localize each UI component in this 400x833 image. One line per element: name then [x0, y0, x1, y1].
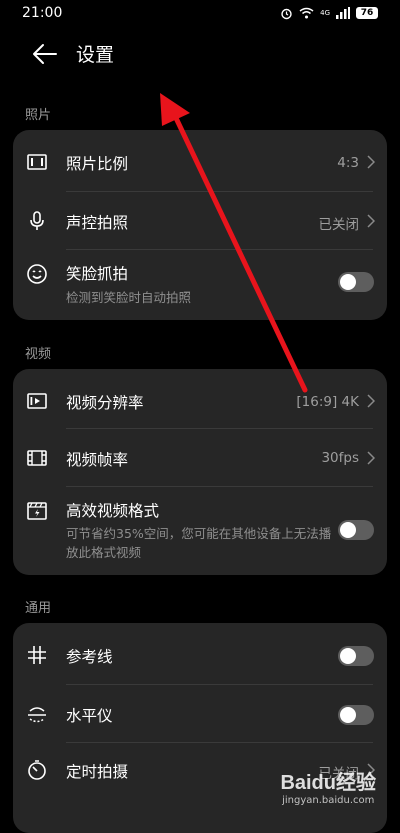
- chevron-right-icon: [367, 155, 375, 169]
- setting-value: [16:9] 4K: [296, 394, 359, 410]
- setting-title: 照片比例: [66, 155, 129, 173]
- setting-value: 4:3: [337, 155, 359, 171]
- video-resolution-icon: [27, 393, 47, 409]
- wifi-icon: [299, 7, 314, 19]
- setting-title: 高效视频格式: [66, 502, 160, 520]
- status-time: 21:00: [22, 5, 63, 21]
- setting-title: 笑脸抓拍: [66, 265, 129, 283]
- level-toggle[interactable]: [338, 705, 374, 725]
- status-bar: 21:00 4G 76: [0, 0, 400, 26]
- page-title: 设置: [76, 44, 115, 66]
- alarm-icon: [281, 8, 292, 19]
- baidu-watermark: Baidu经验 jingyan.baidu.com: [280, 766, 376, 806]
- section-label-general: 通用: [25, 601, 52, 616]
- setting-title: 参考线: [66, 648, 113, 666]
- setting-title: 视频分辨率: [66, 394, 144, 412]
- microphone-icon: [30, 211, 44, 230]
- setting-voice-capture[interactable]: 声控拍照 已关闭: [13, 192, 387, 250]
- grid-icon: [28, 646, 46, 664]
- efficient-format-icon: [27, 502, 47, 520]
- setting-gridlines[interactable]: 参考线: [13, 623, 387, 685]
- setting-title: 水平仪: [66, 707, 113, 725]
- setting-value: 已关闭: [318, 217, 360, 233]
- chevron-right-icon: [367, 451, 375, 465]
- photo-settings-card: 照片比例 4:3 声控拍照 已关闭 笑脸抓拍 检测到笑脸时自动拍照: [13, 130, 387, 320]
- efficient-video-format-toggle[interactable]: [338, 520, 374, 540]
- toggle-knob: [340, 707, 356, 723]
- setting-title: 视频帧率: [66, 451, 129, 469]
- aspect-ratio-icon: [27, 154, 47, 170]
- level-icon: [28, 707, 46, 723]
- setting-smile-capture[interactable]: 笑脸抓拍 检测到笑脸时自动拍照: [13, 250, 387, 320]
- setting-efficient-video-format[interactable]: 高效视频格式 可节省约35%空间，您可能在其他设备上无法播放此格式视频: [13, 487, 387, 575]
- setting-value: 30fps: [321, 450, 359, 466]
- setting-title: 声控拍照: [66, 214, 129, 232]
- setting-level[interactable]: 水平仪: [13, 685, 387, 743]
- section-label-video: 视频: [25, 347, 52, 362]
- setting-photo-ratio[interactable]: 照片比例 4:3: [13, 130, 387, 192]
- video-settings-card: 视频分辨率 [16:9] 4K 视频帧率 30fps 高效视频格式 可节省约35…: [13, 369, 387, 575]
- setting-video-resolution[interactable]: 视频分辨率 [16:9] 4K: [13, 369, 387, 429]
- chevron-right-icon: [367, 214, 375, 228]
- gridlines-toggle[interactable]: [338, 646, 374, 666]
- toggle-knob: [340, 648, 356, 664]
- toggle-knob: [340, 274, 356, 290]
- network-type-badge: 4G: [320, 9, 330, 17]
- setting-video-frame-rate[interactable]: 视频帧率 30fps: [13, 429, 387, 487]
- section-label-photo: 照片: [25, 108, 52, 123]
- back-arrow-icon[interactable]: [32, 42, 58, 66]
- film-strip-icon: [27, 450, 47, 466]
- status-icons: 4G 76: [280, 7, 378, 20]
- toggle-knob: [340, 522, 356, 538]
- smile-capture-toggle[interactable]: [338, 272, 374, 292]
- setting-description: 可节省约35%空间，您可能在其他设备上无法播放此格式视频: [66, 526, 332, 560]
- watermark-url: jingyan.baidu.com: [282, 795, 375, 806]
- chevron-right-icon: [367, 394, 375, 408]
- battery-indicator: 76: [356, 7, 378, 19]
- header: 设置: [0, 30, 400, 78]
- setting-description: 检测到笑脸时自动拍照: [66, 290, 192, 305]
- signal-icon: [336, 7, 350, 19]
- timer-icon: [28, 760, 46, 780]
- watermark-logo: Baidu经验: [280, 772, 376, 794]
- setting-title: 定时拍摄: [66, 763, 129, 781]
- smile-face-icon: [27, 264, 47, 284]
